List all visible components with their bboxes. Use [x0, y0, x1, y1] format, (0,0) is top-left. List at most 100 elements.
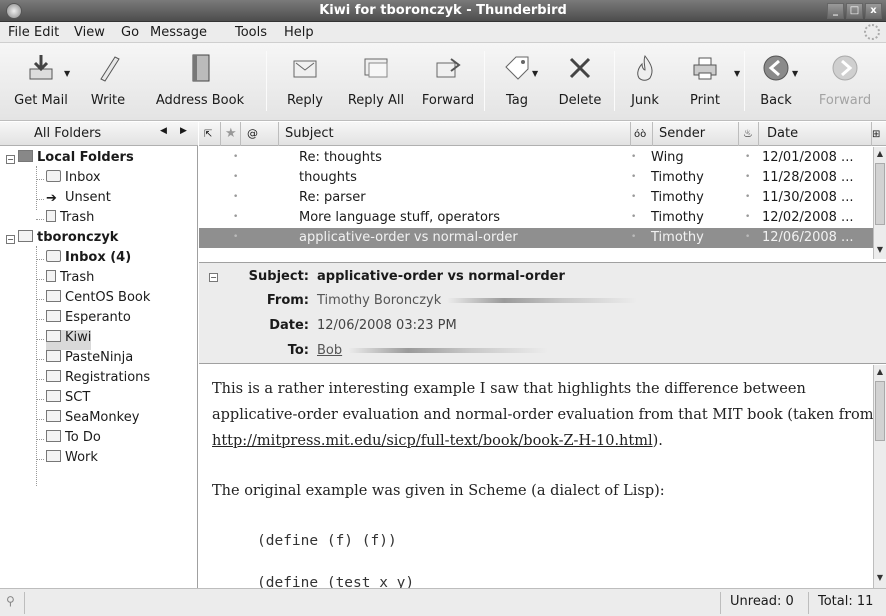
folder-esperanto[interactable]: Esperanto: [46, 310, 131, 330]
inbox-tray-icon: [46, 170, 61, 182]
menu-message[interactable]: Message: [150, 25, 207, 40]
thread-header: ⇱ ★ @ Subject óò Sender ♨ Date ⊞: [199, 122, 886, 146]
delete-button[interactable]: Delete: [550, 49, 610, 115]
print-button[interactable]: ▼ Print: [676, 49, 740, 115]
scroll-down-icon[interactable]: ▼: [874, 245, 886, 257]
next-folder-view-icon[interactable]: ▶: [180, 126, 187, 136]
read-column-header[interactable]: óò: [631, 122, 653, 146]
junk-button[interactable]: Junk: [622, 49, 668, 115]
body-scrollbar[interactable]: ▲ ▼: [873, 365, 886, 588]
menu-help[interactable]: Help: [284, 25, 314, 40]
write-label: Write: [90, 93, 126, 108]
get-mail-dropdown-icon[interactable]: ▼: [64, 69, 70, 78]
folder-label: Local Folders: [37, 150, 134, 165]
folder-account-tboronczyk[interactable]: tboronczyk: [18, 230, 118, 250]
status-divider: [720, 592, 721, 614]
close-icon[interactable]: x: [865, 3, 882, 19]
minimize-icon[interactable]: _: [827, 3, 844, 19]
reply-icon: [293, 60, 317, 78]
message-date: 12/02/2008 ...: [762, 210, 854, 225]
scrollbar-thumb[interactable]: [875, 381, 885, 441]
reply-all-icon: [364, 58, 388, 78]
sicp-link[interactable]: http://mitpress.mit.edu/sicp/full-text/b…: [212, 433, 653, 449]
star-column-header[interactable]: ★: [221, 122, 241, 146]
folder-label: Inbox: [65, 170, 101, 185]
tree-line: [36, 219, 44, 220]
reply-all-button[interactable]: Reply All: [338, 49, 414, 115]
write-button[interactable]: Write: [76, 49, 140, 115]
menu-edit[interactable]: Edit: [34, 25, 59, 40]
status-dot: •: [233, 212, 239, 222]
collapse-account-icon[interactable]: −: [6, 235, 15, 244]
scroll-up-icon[interactable]: ▲: [874, 149, 886, 161]
folder-work[interactable]: Work: [46, 450, 98, 470]
folder-inbox[interactable]: Inbox: [46, 170, 101, 190]
folder-seamonkey[interactable]: SeaMonkey: [46, 410, 139, 430]
subject-column-header[interactable]: Subject: [279, 122, 631, 146]
folder-registrations[interactable]: Registrations: [46, 370, 150, 390]
print-dropdown-icon[interactable]: ▼: [734, 69, 740, 78]
tag-button[interactable]: ▼ Tag: [494, 49, 540, 115]
offline-status-icon[interactable]: ⚲: [6, 594, 15, 608]
scrollbar-thumb[interactable]: [875, 163, 885, 225]
attachment-column-header[interactable]: @: [241, 122, 279, 146]
menu-tools[interactable]: Tools: [235, 25, 267, 40]
status-bar: ⚲ Unread: 0 Total: 11: [0, 588, 886, 616]
menu-file[interactable]: File: [8, 25, 30, 40]
thread-pane: ⇱ ★ @ Subject óò Sender ♨ Date ⊞ • Re: t…: [199, 122, 886, 260]
tree-line: [36, 359, 44, 360]
message-row[interactable]: • thoughts • Timothy • 11/28/2008 ...: [199, 168, 873, 188]
message-row[interactable]: • More language stuff, operators • Timot…: [199, 208, 873, 228]
junk-flame-icon: ♨: [743, 127, 753, 140]
folder-pasteninja[interactable]: PasteNinja: [46, 350, 133, 370]
folder-kiwi[interactable]: Kiwi: [46, 330, 92, 350]
forward-nav-button[interactable]: Forward: [810, 49, 880, 115]
message-row[interactable]: • Re: thoughts • Wing • 12/01/2008 ...: [199, 148, 873, 168]
junk-column-header[interactable]: ♨: [739, 122, 759, 146]
sender-column-header[interactable]: Sender: [653, 122, 739, 146]
menu-go[interactable]: Go: [121, 25, 139, 40]
folder-to-do[interactable]: To Do: [46, 430, 101, 450]
reply-button[interactable]: Reply: [278, 49, 332, 115]
message-header-pane: − Subject: applicative-order vs normal-o…: [199, 262, 886, 364]
from-header-value[interactable]: Timothy Boronczyk: [317, 293, 638, 308]
tag-dropdown-icon[interactable]: ▼: [532, 69, 538, 78]
column-picker-icon: ⊞: [872, 129, 881, 140]
collapse-local-folders-icon[interactable]: −: [6, 155, 15, 164]
folder-centos-book[interactable]: CentOS Book: [46, 290, 150, 310]
column-picker-button[interactable]: ⊞: [872, 122, 886, 146]
folder-trash[interactable]: Trash: [46, 210, 94, 230]
maximize-icon[interactable]: □: [846, 3, 863, 19]
folder-icon: [46, 290, 61, 302]
folder-acc-inbox[interactable]: Inbox (4): [46, 250, 131, 270]
menu-view[interactable]: View: [74, 25, 105, 40]
toolbar-separator: [744, 51, 745, 111]
message-date: 12/01/2008 ...: [762, 150, 854, 165]
get-mail-label: Get Mail: [14, 93, 68, 108]
thread-column-header[interactable]: ⇱: [199, 122, 221, 146]
forward-button[interactable]: Forward: [414, 49, 482, 115]
to-header-value[interactable]: Bob: [317, 343, 549, 358]
pencil-icon: [100, 56, 120, 82]
back-button[interactable]: ▼ Back: [752, 49, 800, 115]
thread-scrollbar[interactable]: ▲ ▼: [873, 147, 886, 259]
folder-unsent[interactable]: ➔ Unsent: [46, 190, 111, 210]
message-subject: applicative-order vs normal-order: [299, 230, 518, 245]
scroll-up-icon[interactable]: ▲: [874, 367, 886, 379]
scroll-down-icon[interactable]: ▼: [874, 573, 886, 585]
back-dropdown-icon[interactable]: ▼: [792, 69, 798, 78]
tree-line: [36, 339, 44, 340]
back-label: Back: [760, 93, 792, 108]
folder-sct[interactable]: SCT: [46, 390, 90, 410]
folder-acc-trash[interactable]: Trash: [46, 270, 94, 290]
main-toolbar: ▼ Get Mail Write Address Book Reply Repl…: [0, 43, 886, 121]
address-book-button[interactable]: Address Book: [136, 49, 264, 115]
forward-icon: [436, 58, 461, 78]
get-mail-button[interactable]: ▼ Get Mail: [4, 49, 78, 115]
prev-folder-view-icon[interactable]: ◀: [160, 126, 167, 136]
message-row-selected[interactable]: • applicative-order vs normal-order • Ti…: [199, 228, 873, 248]
message-row[interactable]: • Re: parser • Timothy • 11/30/2008 ...: [199, 188, 873, 208]
date-column-header[interactable]: Date: [759, 122, 872, 146]
status-dot: •: [233, 172, 239, 182]
folder-view-label: All Folders: [34, 126, 102, 141]
